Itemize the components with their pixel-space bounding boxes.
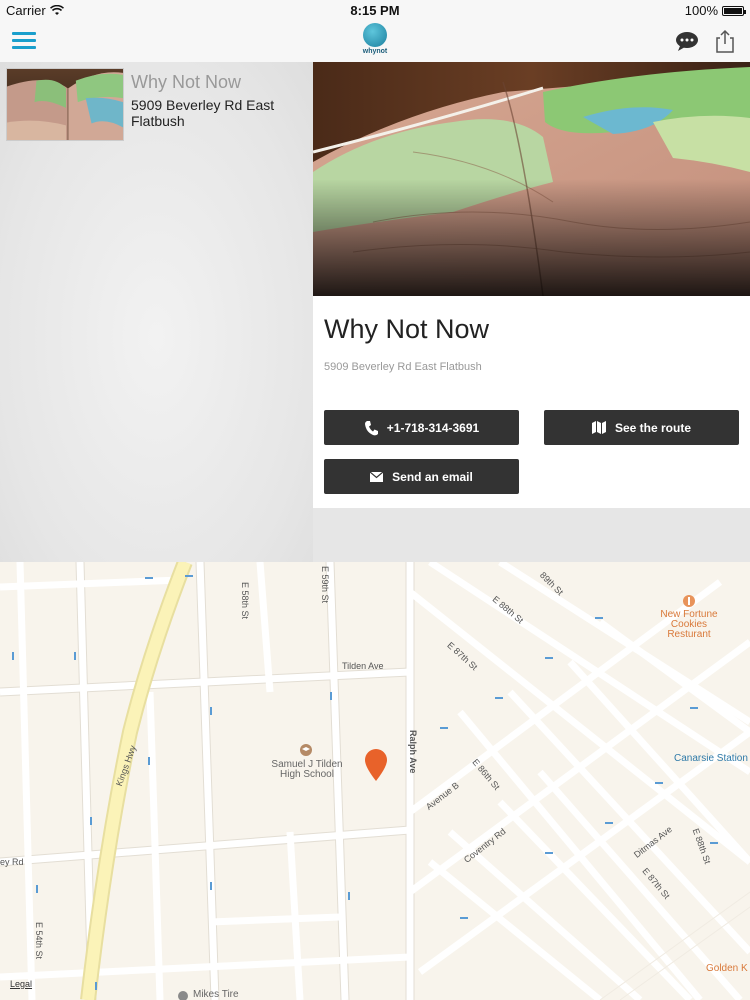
place-thumbnail — [6, 68, 124, 141]
list-item-address: 5909 Beverley Rd East Flatbush — [131, 97, 275, 129]
map-view[interactable]: E 58th St E 59th St 89th St E 88th St E … — [0, 562, 750, 1000]
restaurant-icon — [683, 595, 695, 607]
battery-percent: 100% — [684, 3, 718, 18]
street-label: E 54th St — [34, 922, 44, 960]
send-email-label: Send an email — [392, 469, 473, 484]
chat-icon[interactable] — [675, 31, 699, 51]
menu-icon[interactable] — [12, 32, 36, 50]
restaurant-label: New Fortune Cookies Resturant — [660, 609, 718, 640]
place-hero-image — [313, 62, 750, 296]
call-button[interactable]: +1-718-314-3691 — [324, 410, 519, 445]
see-route-label: See the route — [614, 420, 692, 435]
poi-label: Golden K — [706, 963, 748, 974]
logo-mark — [363, 23, 387, 47]
street-label: E 59th St — [320, 566, 330, 604]
call-button-label: +1-718-314-3691 — [386, 420, 480, 435]
status-bar: Carrier 8:15 PM 100% — [0, 0, 750, 20]
phone-icon — [364, 420, 378, 435]
street-label: Ralph Ave — [408, 730, 418, 774]
send-email-button[interactable]: Send an email — [324, 459, 519, 494]
status-time: 8:15 PM — [350, 3, 400, 18]
street-label: Tilden Ave — [342, 661, 384, 671]
list-item[interactable]: Why Not Now 5909 Beverley Rd East Flatbu… — [6, 68, 306, 142]
logo-text: whynot — [362, 48, 388, 55]
nav-bar: whynot — [0, 20, 750, 62]
places-list: Why Not Now 5909 Beverley Rd East Flatbu… — [0, 62, 313, 562]
place-detail: Why Not Now 5909 Beverley Rd East Flatbu… — [313, 62, 750, 508]
street-label: E 58th St — [240, 582, 250, 620]
place-title: Why Not Now — [324, 314, 490, 344]
tire-shop-icon — [178, 991, 188, 1000]
map-roads — [0, 562, 750, 1000]
street-label: ey Rd — [0, 857, 24, 867]
list-item-title: Why Not Now — [131, 72, 242, 92]
school-icon — [300, 744, 312, 756]
panel-backdrop — [313, 508, 750, 562]
status-battery: 100% — [684, 3, 746, 18]
school-label: Samuel J Tilden High School — [271, 759, 343, 780]
poi-label: Mikes Tire — [193, 989, 239, 1000]
envelope-icon — [370, 471, 384, 482]
legal-link[interactable]: Legal — [10, 979, 32, 989]
battery-icon — [722, 5, 746, 16]
station-label: Canarsie Station — [674, 753, 748, 764]
place-address: 5909 Beverley Rd East Flatbush — [324, 361, 482, 373]
map-icon — [591, 421, 606, 434]
app-logo: whynot — [354, 23, 396, 59]
location-pin-icon[interactable] — [365, 749, 387, 781]
see-route-button[interactable]: See the route — [544, 410, 739, 445]
share-icon[interactable] — [714, 29, 736, 53]
